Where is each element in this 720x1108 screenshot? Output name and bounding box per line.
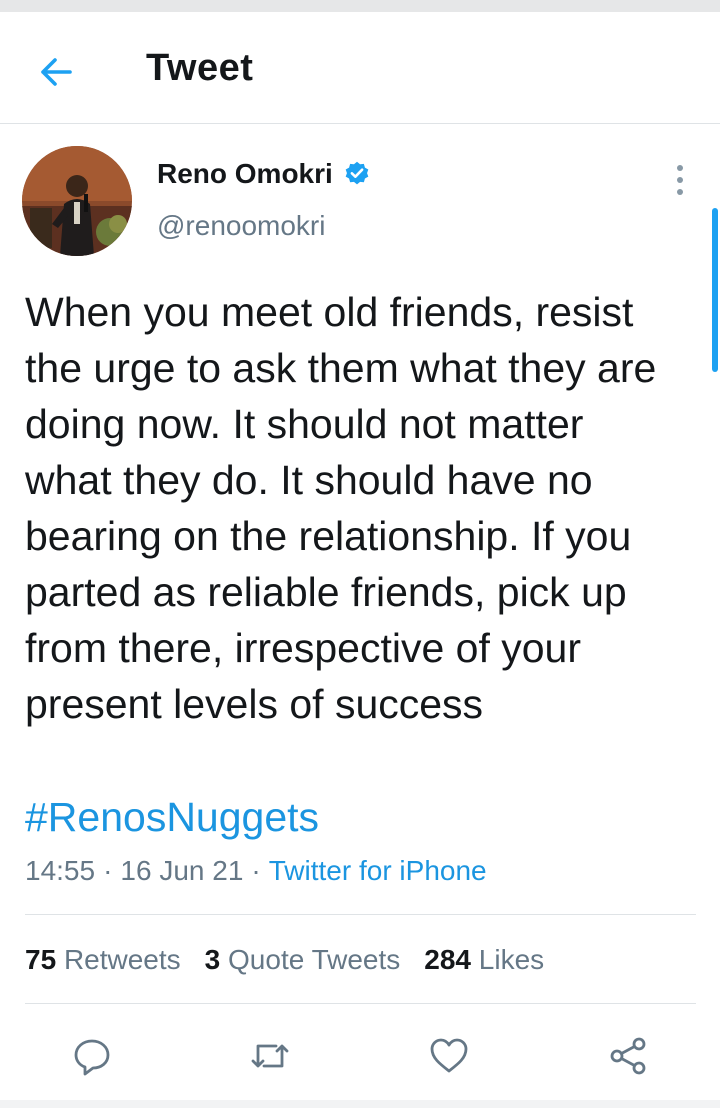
verified-badge-icon [345, 161, 369, 185]
action-bar [0, 1024, 720, 1084]
reply-button[interactable] [68, 1032, 116, 1080]
tweet-text: When you meet old friends, resist the ur… [25, 289, 657, 727]
likes-stat[interactable]: 284 Likes [424, 944, 544, 976]
retweets-label: Retweets [63, 944, 181, 975]
quote-tweets-count: 3 [204, 944, 221, 975]
likes-label: Likes [478, 944, 545, 975]
retweet-icon [251, 1044, 289, 1068]
author-name[interactable]: Reno Omokri [157, 158, 333, 190]
tweet-date: 16 Jun 21 [120, 855, 244, 886]
arrow-left-icon [41, 58, 72, 86]
tweet-metadata: 14:55 · 16 Jun 21 · Twitter for iPhone [25, 855, 487, 887]
more-vertical-icon [677, 165, 683, 171]
top-app-bar: Tweet [0, 12, 720, 124]
status-bar-strip [0, 0, 720, 12]
retweets-stat[interactable]: 75 Retweets [25, 944, 181, 976]
avatar[interactable] [22, 146, 132, 256]
like-icon [430, 1038, 468, 1073]
page-title: Tweet [146, 47, 254, 89]
more-options-button[interactable] [662, 160, 698, 200]
engagement-stats: 75 Retweets 3 Quote Tweets 284 Likes [25, 944, 568, 976]
tweet-time: 14:55 [25, 855, 96, 886]
like-button[interactable] [425, 1032, 473, 1080]
bottom-edge [0, 1100, 720, 1108]
author-handle[interactable]: @renoomokri [157, 210, 325, 242]
quote-tweets-stat[interactable]: 3 Quote Tweets [205, 944, 401, 976]
share-icon [610, 1037, 646, 1075]
retweets-count: 75 [25, 944, 57, 975]
share-button[interactable] [604, 1032, 652, 1080]
retweet-button[interactable] [246, 1032, 294, 1080]
scrollbar[interactable] [712, 208, 718, 372]
quote-tweets-label: Quote Tweets [228, 944, 401, 975]
meta-separator: · [251, 855, 261, 886]
back-button[interactable] [26, 42, 86, 102]
reply-icon [74, 1039, 110, 1076]
divider [25, 914, 696, 915]
author-name-row[interactable]: Reno Omokri [157, 158, 371, 190]
divider [25, 1003, 696, 1004]
hashtag-link[interactable]: #RenosNuggets [25, 792, 319, 842]
likes-count: 284 [424, 944, 471, 975]
meta-separator: · [103, 855, 113, 886]
tweet-source-link[interactable]: Twitter for iPhone [269, 855, 487, 887]
